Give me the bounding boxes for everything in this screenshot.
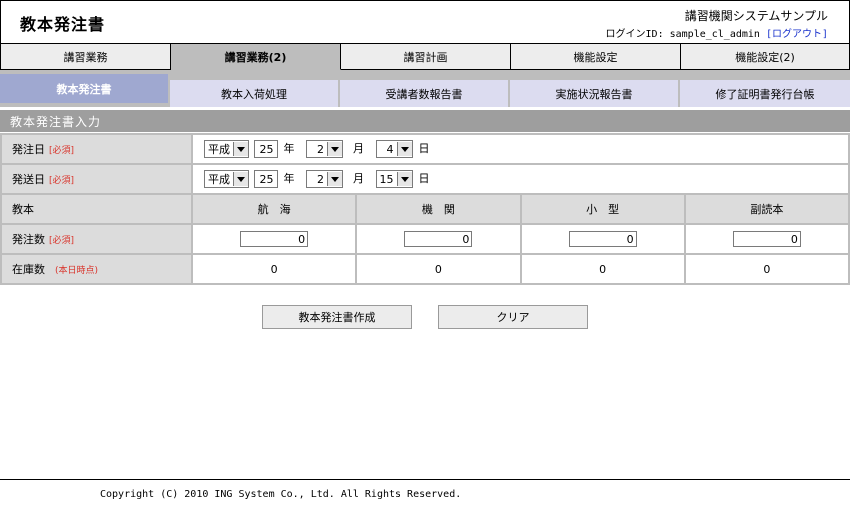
ship-date-label: 発送日 <box>12 173 45 186</box>
subtab-attendee-report[interactable]: 受講者数報告書 <box>340 80 510 107</box>
tab-koshu-gyomu-2[interactable]: 講習業務(2) <box>171 43 341 70</box>
column-header-kikan: 機 関 <box>357 195 520 223</box>
ship-date-inputs: 平成 25 年 2月 15 日 <box>193 165 848 193</box>
tab-koshu-keikaku[interactable]: 講習計画 <box>341 43 511 70</box>
login-id-text: ログインID: sample_cl_admin <box>605 29 760 40</box>
required-badge: [必須] <box>49 146 75 156</box>
stock-kokai-value: 0 <box>193 255 356 283</box>
chevron-down-icon[interactable] <box>327 142 342 156</box>
tab-kino-settei-2[interactable]: 機能設定(2) <box>681 43 850 70</box>
order-date-label: 発注日 <box>12 143 45 156</box>
ship-month-select[interactable]: 2 <box>306 170 343 188</box>
order-date-row: 発注日 [必須] 平成 25 年 2月 4日 <box>2 135 848 163</box>
order-qty-cell <box>685 225 848 253</box>
stock-row: 在庫数 (本日時点) 0 0 0 0 <box>2 255 848 283</box>
stock-note: (本日時点) <box>55 266 99 276</box>
column-header-fukudokuhon: 副読本 <box>685 195 848 223</box>
footer-divider <box>0 479 850 480</box>
month-unit: 月 <box>353 172 364 185</box>
logout-link[interactable]: [ログアウト] <box>766 29 828 40</box>
order-qty-row: 発注数 [必須] <box>2 225 848 253</box>
month-unit: 月 <box>353 142 364 155</box>
column-header-kokai: 航 海 <box>193 195 356 223</box>
stock-kikan-value: 0 <box>357 255 520 283</box>
order-qty-kokai-input[interactable] <box>240 231 309 247</box>
page-title: 教本発注書 <box>20 15 106 34</box>
clear-button[interactable]: クリア <box>438 305 588 329</box>
chevron-down-icon[interactable] <box>233 142 248 156</box>
required-badge: [必須] <box>49 176 75 186</box>
ship-year-field[interactable]: 25 <box>253 170 278 188</box>
year-unit: 年 <box>283 172 295 185</box>
stock-fukudokuhon-value: 0 <box>685 255 848 283</box>
order-qty-kikan-input[interactable] <box>404 231 473 247</box>
order-month-select[interactable]: 2 <box>306 140 343 158</box>
ship-day-select[interactable]: 15 <box>375 170 413 188</box>
textbook-label: 教本 <box>2 195 191 223</box>
order-qty-cell <box>357 225 520 253</box>
ship-date-label-cell: 発送日 [必須] <box>2 165 191 193</box>
sub-tabs: 教本発注書 教本入荷処理 受講者数報告書 実施状況報告書 修了証明書発行台帳 <box>0 74 850 107</box>
subtab-textbook-arrival[interactable]: 教本入荷処理 <box>170 80 340 107</box>
order-date-label-cell: 発注日 [必須] <box>2 135 191 163</box>
order-form: 発注日 [必須] 平成 25 年 2月 4日 発送日 [必須] 平成 25 年 2月 1… <box>0 133 850 285</box>
login-info: ログインID: sample_cl_admin [ログアウト] <box>606 25 828 40</box>
stock-label: 在庫数 <box>12 263 45 276</box>
order-qty-label-cell: 発注数 [必須] <box>2 225 191 253</box>
chevron-down-icon[interactable] <box>396 142 412 156</box>
order-qty-fukudokuhon-input[interactable] <box>732 231 801 247</box>
order-qty-cell <box>193 225 356 253</box>
order-qty-kogata-input[interactable] <box>568 231 637 247</box>
order-qty-label: 発注数 <box>12 233 45 246</box>
system-name: 講習機関システムサンプル <box>684 9 828 23</box>
textbook-header-row: 教本 航 海 機 関 小 型 副読本 <box>2 195 848 223</box>
ship-era-select[interactable]: 平成 <box>204 170 249 188</box>
tab-kino-settei[interactable]: 機能設定 <box>511 43 681 70</box>
chevron-down-icon[interactable] <box>233 172 248 186</box>
required-badge: [必須] <box>49 236 75 246</box>
chevron-down-icon[interactable] <box>327 172 342 186</box>
order-year-field[interactable]: 25 <box>253 140 278 158</box>
ship-date-row: 発送日 [必須] 平成 25 年 2月 15 日 <box>2 165 848 193</box>
day-unit: 日 <box>418 172 430 185</box>
section-title: 教本発注書入力 <box>0 110 850 132</box>
order-date-inputs: 平成 25 年 2月 4日 <box>193 135 848 163</box>
stock-label-cell: 在庫数 (本日時点) <box>2 255 191 283</box>
subtab-certificate-ledger[interactable]: 修了証明書発行台帳 <box>680 80 850 107</box>
column-header-kogata: 小 型 <box>521 195 684 223</box>
order-day-select[interactable]: 4 <box>375 140 413 158</box>
year-unit: 年 <box>283 142 295 155</box>
tab-koshu-gyomu[interactable]: 講習業務 <box>0 43 171 70</box>
order-qty-cell <box>521 225 684 253</box>
subtab-textbook-order[interactable]: 教本発注書 <box>0 74 170 103</box>
order-era-select[interactable]: 平成 <box>204 140 249 158</box>
create-order-button[interactable]: 教本発注書作成 <box>262 305 412 329</box>
main-tabs: 講習業務 講習業務(2) 講習計画 機能設定 機能設定(2) <box>0 43 850 70</box>
copyright: Copyright (C) 2010 ING System Co., Ltd. … <box>100 489 462 500</box>
chevron-down-icon[interactable] <box>396 172 412 186</box>
subtab-status-report[interactable]: 実施状況報告書 <box>510 80 680 107</box>
day-unit: 日 <box>418 142 430 155</box>
stock-kogata-value: 0 <box>521 255 684 283</box>
